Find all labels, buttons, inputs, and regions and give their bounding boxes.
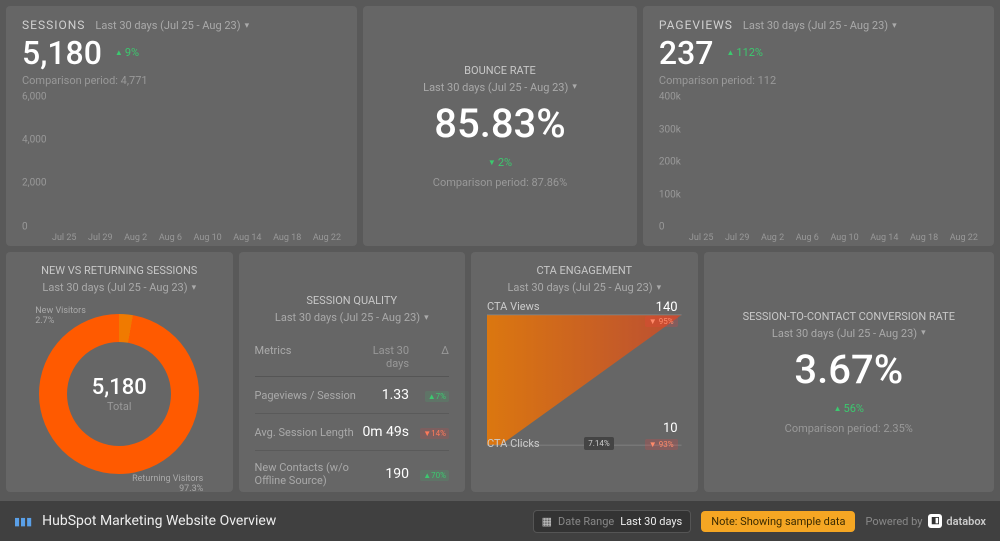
cta-title: CTA ENGAGEMENT bbox=[487, 264, 682, 277]
cta-clicks: 10 bbox=[663, 421, 678, 436]
triangle-up-icon: ▲ bbox=[726, 48, 734, 57]
col-metrics: Metrics bbox=[255, 344, 358, 370]
conversion-comparison: Comparison period: 2.35% bbox=[720, 422, 978, 435]
triangle-up-icon: ▲ bbox=[115, 48, 123, 57]
pageviews-range[interactable]: Last 30 days (Jul 25 - Aug 23) ▾ bbox=[743, 19, 897, 32]
chevron-down-icon: ▾ bbox=[657, 283, 662, 293]
quality-title: SESSION QUALITY bbox=[255, 294, 450, 307]
cta-funnel: CTA Views 140 ▼ 95% CTA Clicks 10 ▼ 93% … bbox=[487, 300, 682, 460]
bounce-delta: ▼2% bbox=[483, 155, 517, 170]
pageviews-value: 237 bbox=[659, 34, 714, 72]
cta-rate: 7.14% bbox=[584, 437, 613, 450]
conversion-value: 3.67% bbox=[720, 346, 978, 393]
quality-card: SESSION QUALITY Last 30 days (Jul 25 - A… bbox=[239, 252, 466, 492]
table-row: Avg. Session Length0m 49s▼14% bbox=[255, 414, 450, 451]
bounce-title: BOUNCE RATE bbox=[379, 64, 621, 77]
cta-clicks-delta: ▼ 93% bbox=[645, 439, 678, 450]
quality-range[interactable]: Last 30 days (Jul 25 - Aug 23) ▾ bbox=[275, 311, 429, 324]
chevron-down-icon: ▾ bbox=[921, 328, 926, 338]
conversion-range[interactable]: Last 30 days (Jul 25 - Aug 23) ▾ bbox=[720, 327, 978, 340]
table-row: New Contacts (w/o Offline Source)190▲70% bbox=[255, 451, 450, 492]
chevron-down-icon: ▾ bbox=[245, 21, 250, 31]
nvr-title: NEW VS RETURNING SESSIONS bbox=[22, 264, 217, 277]
conversion-delta: ▲56% bbox=[829, 401, 869, 416]
quality-table: Metrics Last 30 days Δ Pageviews / Sessi… bbox=[255, 338, 450, 492]
footer-bar: ▮▮▮ HubSpot Marketing Website Overview ▦… bbox=[0, 501, 1000, 541]
triangle-up-icon: ▲ bbox=[834, 404, 842, 413]
date-range-button[interactable]: ▦ Date Range Last 30 days bbox=[533, 510, 692, 533]
nvr-total: 5,180 bbox=[92, 375, 147, 400]
sessions-value: 5,180 bbox=[22, 34, 102, 72]
nvr-ret-label: Returning Visitors97.3% bbox=[132, 474, 203, 492]
sessions-title: SESSIONS bbox=[22, 18, 85, 32]
chart-icon: ▮▮▮ bbox=[14, 515, 32, 528]
chevron-down-icon: ▾ bbox=[892, 21, 897, 31]
sessions-delta: ▲9% bbox=[110, 45, 144, 60]
databox-logo[interactable]: ◧ databox bbox=[928, 514, 986, 528]
chevron-down-icon: ▾ bbox=[572, 82, 577, 92]
chevron-down-icon: ▾ bbox=[424, 313, 429, 323]
bounce-value: 85.83% bbox=[379, 100, 621, 147]
col-last30: Last 30 days bbox=[358, 344, 410, 370]
sessions-card: SESSIONS Last 30 days (Jul 25 - Aug 23) … bbox=[6, 6, 357, 246]
cta-views: 140 bbox=[656, 300, 678, 315]
bounce-range[interactable]: Last 30 days (Jul 25 - Aug 23) ▾ bbox=[379, 81, 621, 94]
bounce-comparison: Comparison period: 87.86% bbox=[379, 176, 621, 189]
pageviews-chart: 400k 300k 200k 100k 0 Jul 25Jul 29Aug 2A… bbox=[659, 97, 978, 227]
nvr-card: NEW VS RETURNING SESSIONS Last 30 days (… bbox=[6, 252, 233, 492]
cta-card: CTA ENGAGEMENT Last 30 days (Jul 25 - Au… bbox=[471, 252, 698, 492]
pageviews-comparison: Comparison period: 112 bbox=[659, 74, 897, 87]
cta-views-delta: ▼ 95% bbox=[645, 316, 678, 327]
sessions-comparison: Comparison period: 4,771 bbox=[22, 74, 249, 87]
sessions-chart: 6,000 4,000 2,000 0 Jul 25Jul 29Aug 2Aug… bbox=[22, 97, 341, 227]
dashboard-title: HubSpot Marketing Website Overview bbox=[42, 513, 276, 529]
pageviews-delta: ▲112% bbox=[721, 45, 768, 60]
bounce-card: BOUNCE RATE Last 30 days (Jul 25 - Aug 2… bbox=[363, 6, 637, 246]
sample-data-note: Note: Showing sample data bbox=[701, 511, 855, 532]
cta-views-label: CTA Views bbox=[487, 300, 540, 313]
pageviews-title: PAGEVIEWS bbox=[659, 18, 733, 32]
powered-by: Powered by ◧ databox bbox=[865, 514, 986, 528]
nvr-total-label: Total bbox=[107, 400, 132, 413]
cta-clicks-label: CTA Clicks bbox=[487, 437, 540, 450]
cta-range[interactable]: Last 30 days (Jul 25 - Aug 23) ▾ bbox=[507, 281, 661, 294]
sessions-range-label: Last 30 days (Jul 25 - Aug 23) bbox=[95, 19, 240, 32]
chevron-down-icon: ▾ bbox=[192, 283, 197, 293]
pageviews-card: PAGEVIEWS Last 30 days (Jul 25 - Aug 23)… bbox=[643, 6, 994, 246]
triangle-down-icon: ▼ bbox=[488, 158, 496, 167]
conversion-card: SESSION-TO-CONTACT CONVERSION RATE Last … bbox=[704, 252, 994, 492]
calendar-icon: ▦ bbox=[542, 515, 552, 528]
col-delta: Δ bbox=[409, 344, 449, 370]
sessions-range[interactable]: Last 30 days (Jul 25 - Aug 23) ▾ bbox=[95, 19, 249, 32]
databox-icon: ◧ bbox=[928, 514, 942, 528]
nvr-donut: 5,180 Total New Visitors2.7% Returning V… bbox=[39, 314, 199, 474]
nvr-range[interactable]: Last 30 days (Jul 25 - Aug 23) ▾ bbox=[42, 281, 196, 294]
table-row: Pageviews / Session1.33▲7% bbox=[255, 377, 450, 414]
conversion-title: SESSION-TO-CONTACT CONVERSION RATE bbox=[720, 310, 978, 323]
